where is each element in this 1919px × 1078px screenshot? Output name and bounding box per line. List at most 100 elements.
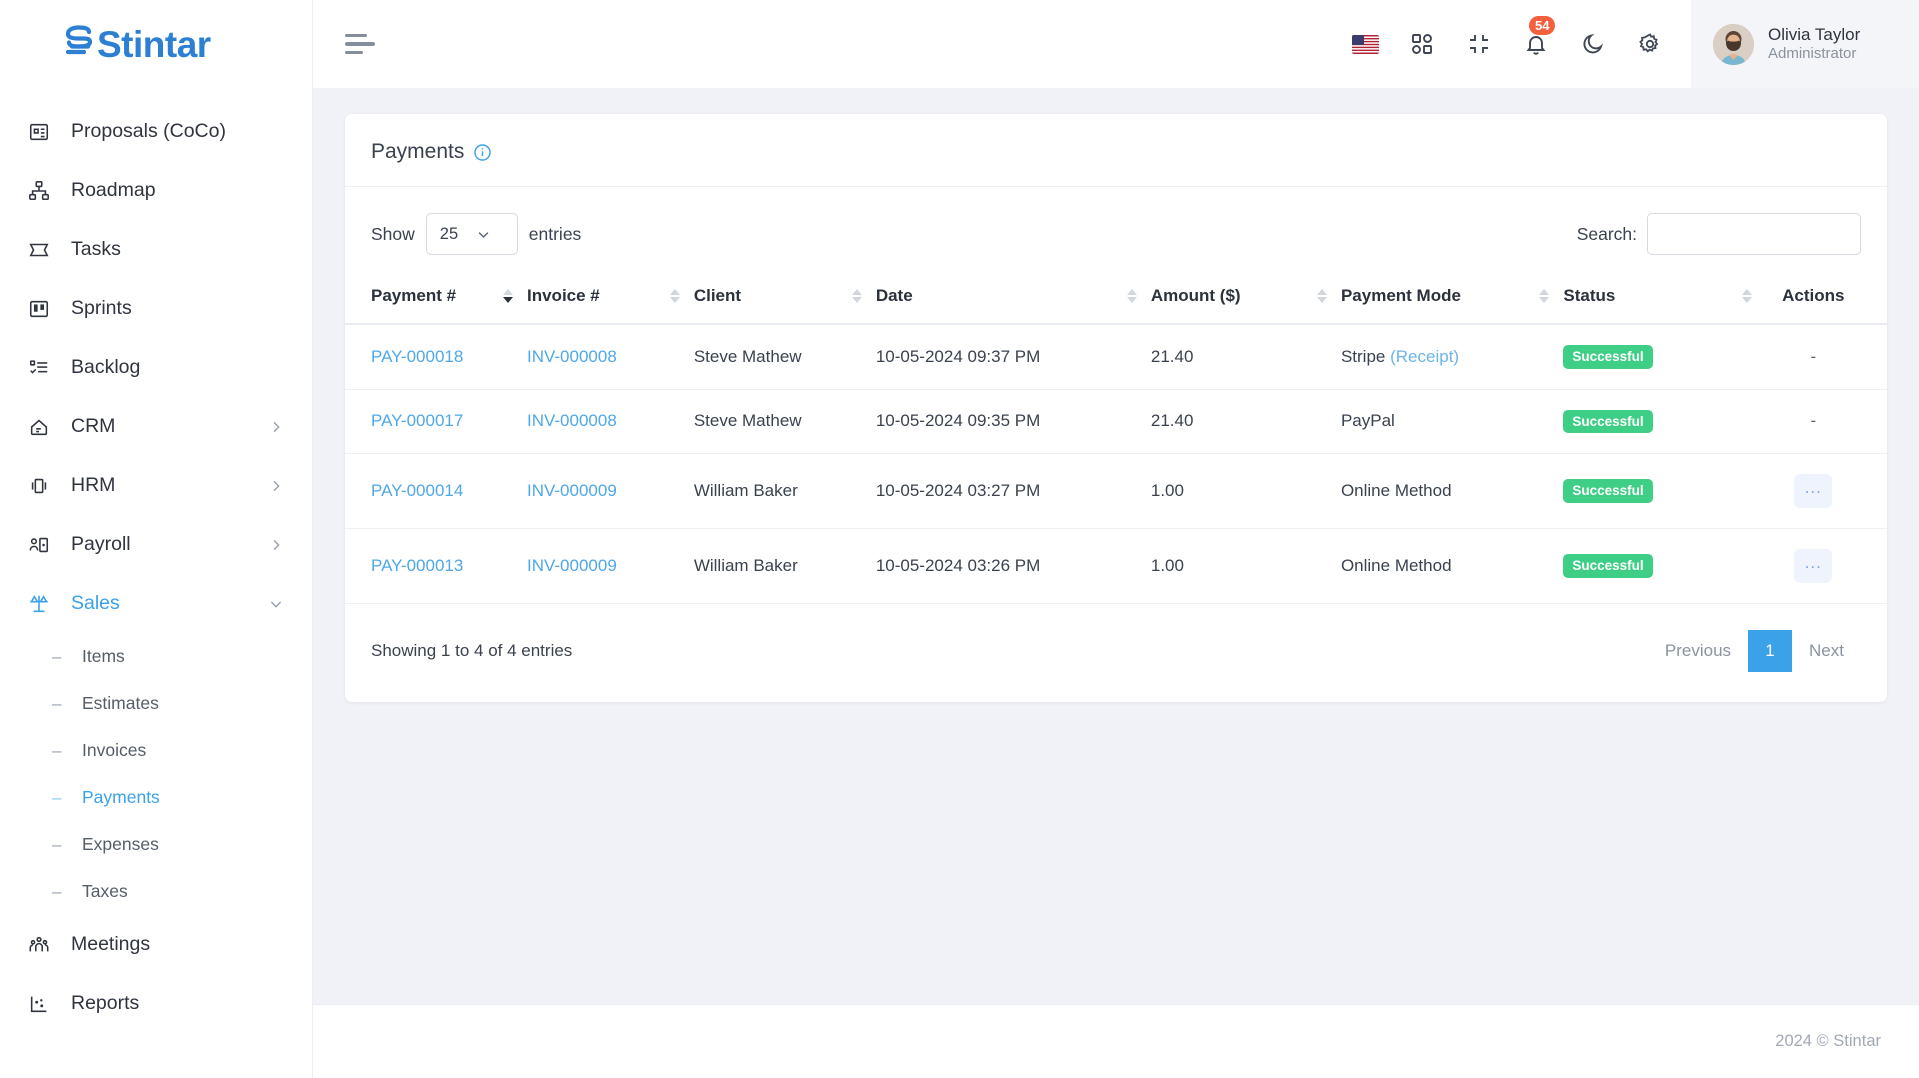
settings-gear-icon[interactable] [1635,29,1665,59]
dash-icon: – [52,882,62,901]
apps-grid-icon[interactable] [1407,29,1437,59]
sidebar-subitem-label: Payments [82,787,160,807]
sidebar-nav: Proposals (CoCo) Roadmap Tasks Sprints B… [0,88,312,1078]
cell-invoice-no: INV-000009 [527,453,694,530]
column-label: Actions [1782,286,1845,305]
sidebar-subitem-label: Invoices [82,740,147,760]
crm-icon [26,414,52,440]
dash-icon: – [52,741,62,760]
sort-icon [669,289,680,303]
dash-icon: – [52,647,62,666]
sidebar-item-sprints[interactable]: Sprints [0,279,312,338]
sidebar-subitem-items[interactable]: – Items [0,633,312,680]
sidebar-subitem-estimates[interactable]: – Estimates [0,680,312,727]
main-area: 54 Olivia Taylor Administrator Payments … [313,0,1919,1078]
sidebar-item-label: Backlog [71,356,141,378]
cell-payment-no: PAY-000013 [345,528,527,605]
notifications-bell-icon[interactable]: 54 [1521,16,1556,59]
brand-name: Stintar [97,23,211,65]
chevron-right-icon [268,419,284,435]
sidebar-item-roadmap[interactable]: Roadmap [0,161,312,220]
sidebar-item-payroll[interactable]: Payroll [0,515,312,574]
search-input[interactable] [1647,213,1861,255]
info-circle-icon[interactable] [473,143,492,162]
cell-payment-mode: Online Method [1340,453,1564,530]
search-group: Search: [1577,213,1861,255]
sidebar-item-crm[interactable]: CRM [0,397,312,456]
sidebar-subitem-label: Expenses [82,834,159,854]
proposal-icon [26,119,52,145]
table-row: PAY-000013 INV-000009 William Baker 10-0… [345,528,1887,605]
sidebar-item-reports[interactable]: Reports [0,974,312,1033]
search-label: Search: [1576,223,1637,244]
sidebar-subitem-label: Estimates [82,693,159,713]
column-label: Date [875,286,913,305]
column-header-status[interactable]: Status [1563,269,1766,325]
sales-icon [26,591,52,617]
cell-amount: 1.00 [1150,453,1341,530]
table-head: Payment # Invoice # Client Date Amount (… [345,269,1887,325]
column-header-payment-mode[interactable]: Payment Mode [1340,269,1564,325]
sidebar-subitem-label: Taxes [82,881,128,901]
dash-icon: – [52,694,62,713]
hamburger-menu-icon[interactable] [345,33,377,55]
entries-label: entries [528,223,582,244]
cell-payment-mode: PayPal [1340,389,1564,455]
sidebar-item-proposals[interactable]: Proposals (CoCo) [0,102,312,161]
sidebar-item-hrm[interactable]: HRM [0,456,312,515]
payroll-icon [26,532,52,558]
invoice-link[interactable]: INV-000009 [527,481,617,500]
cell-amount: 21.40 [1150,389,1341,455]
chevron-down-icon [476,227,491,242]
column-header-client[interactable]: Client [693,269,876,325]
column-label: Invoice # [527,286,600,305]
cell-status: Successful [1563,324,1766,390]
brand-s-mark [62,23,96,57]
column-header-amount[interactable]: Amount ($) [1150,269,1341,325]
payment-link[interactable]: PAY-000013 [371,556,463,575]
cell-date: 10-05-2024 03:26 PM [875,528,1151,605]
payment-link[interactable]: PAY-000017 [371,411,463,430]
column-header-invoice-no[interactable]: Invoice # [527,269,694,325]
cell-invoice-no: INV-000009 [527,528,694,605]
receipt-link[interactable]: (Receipt) [1390,347,1459,366]
row-actions-menu-button[interactable]: ... [1794,549,1833,584]
dark-mode-moon-icon[interactable] [1578,29,1608,59]
sidebar-subitem-expenses[interactable]: – Expenses [0,821,312,868]
user-profile-menu[interactable]: Olivia Taylor Administrator [1691,0,1919,88]
cell-payment-mode: Stripe (Receipt) [1340,324,1564,390]
page-length-select[interactable]: 25 [425,213,518,255]
cell-status: Successful [1563,389,1766,455]
hrm-icon [26,473,52,499]
fullscreen-compress-icon[interactable] [1464,29,1494,59]
payment-mode-text: Online Method [1340,481,1452,501]
sort-icon [1741,289,1752,303]
pagination-page-1[interactable]: 1 [1748,630,1793,673]
language-selector[interactable] [1350,29,1380,59]
tasks-icon [26,237,52,263]
sidebar-item-label: HRM [71,474,116,496]
row-actions-menu-button[interactable]: ... [1794,474,1833,509]
invoice-link[interactable]: INV-000009 [527,556,617,575]
pagination-next[interactable]: Next [1792,631,1861,671]
sidebar-item-backlog[interactable]: Backlog [0,338,312,397]
sidebar-subitem-invoices[interactable]: – Invoices [0,727,312,774]
payment-link[interactable]: PAY-000018 [371,347,463,366]
invoice-link[interactable]: INV-000008 [527,347,617,366]
column-header-date[interactable]: Date [875,269,1151,325]
brand-logo[interactable]: Stintar [0,0,312,88]
sidebar-item-label: Sales [71,592,120,614]
payment-link[interactable]: PAY-000014 [371,481,463,500]
invoice-link[interactable]: INV-000008 [527,411,617,430]
sidebar-subitem-payments[interactable]: – Payments [0,774,312,821]
sidebar-item-sales[interactable]: Sales [0,574,312,633]
sidebar-subitem-taxes[interactable]: – Taxes [0,868,312,915]
table-footer: Showing 1 to 4 of 4 entries Previous 1 N… [345,604,1887,702]
payments-table: Payment # Invoice # Client Date Amount (… [345,269,1887,605]
column-header-payment-no[interactable]: Payment # [345,269,527,325]
table-body: PAY-000018 INV-000008 Steve Mathew 10-05… [345,324,1887,605]
sidebar-item-meetings[interactable]: Meetings [0,915,312,974]
sidebar-item-tasks[interactable]: Tasks [0,220,312,279]
cell-amount: 1.00 [1150,528,1341,605]
pagination-previous[interactable]: Previous [1648,631,1748,671]
